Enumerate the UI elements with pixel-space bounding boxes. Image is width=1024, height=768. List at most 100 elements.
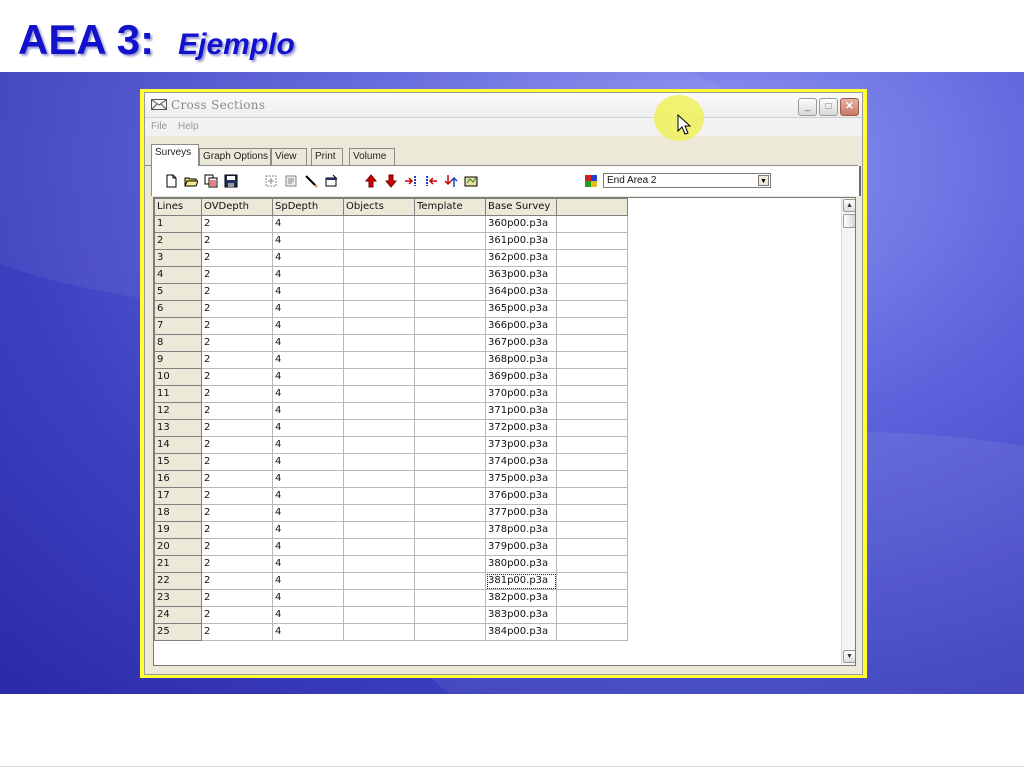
cell-lines[interactable]: 11 — [154, 385, 202, 403]
cell-empty[interactable] — [556, 351, 628, 369]
cell-spdepth[interactable]: 4 — [272, 317, 344, 335]
cell-base-survey[interactable]: 370p00.p3a — [485, 385, 557, 403]
table-row[interactable]: 16 2 4 375p00.p3a — [154, 470, 628, 488]
cell-spdepth[interactable]: 4 — [272, 470, 344, 488]
cell-spdepth[interactable]: 4 — [272, 215, 344, 233]
cell-empty[interactable] — [556, 453, 628, 471]
cell-ovdepth[interactable]: 2 — [201, 436, 273, 454]
cell-empty[interactable] — [556, 300, 628, 318]
cell-template[interactable] — [414, 351, 486, 369]
cell-objects[interactable] — [343, 300, 415, 318]
table-row[interactable]: 5 2 4 364p00.p3a — [154, 283, 628, 301]
cell-base-survey[interactable]: 373p00.p3a — [485, 436, 557, 454]
table-row[interactable]: 10 2 4 369p00.p3a — [154, 368, 628, 386]
cell-objects[interactable] — [343, 317, 415, 335]
table-row[interactable]: 13 2 4 372p00.p3a — [154, 419, 628, 437]
cell-base-survey[interactable]: 384p00.p3a — [485, 623, 557, 641]
pencil-icon[interactable] — [304, 174, 318, 188]
cell-lines[interactable]: 24 — [154, 606, 202, 624]
column-header-template[interactable]: Template — [414, 198, 486, 216]
cell-ovdepth[interactable]: 2 — [201, 215, 273, 233]
cell-spdepth[interactable]: 4 — [272, 538, 344, 556]
properties-icon[interactable] — [324, 174, 338, 188]
cell-ovdepth[interactable]: 2 — [201, 623, 273, 641]
cell-lines[interactable]: 6 — [154, 300, 202, 318]
cell-empty[interactable] — [556, 606, 628, 624]
cell-base-survey[interactable]: 364p00.p3a — [485, 283, 557, 301]
cell-ovdepth[interactable]: 2 — [201, 606, 273, 624]
table-row[interactable]: 24 2 4 383p00.p3a — [154, 606, 628, 624]
minimize-button[interactable]: _ — [798, 98, 817, 116]
cell-objects[interactable] — [343, 232, 415, 250]
close-button[interactable]: ✕ — [840, 98, 859, 116]
cell-template[interactable] — [414, 334, 486, 352]
tab-volume[interactable]: Volume — [349, 148, 395, 165]
cell-ovdepth[interactable]: 2 — [201, 453, 273, 471]
table-row[interactable]: 23 2 4 382p00.p3a — [154, 589, 628, 607]
end-area-select[interactable]: End Area 2 ▼ — [603, 173, 771, 188]
cell-spdepth[interactable]: 4 — [272, 249, 344, 267]
cell-lines[interactable]: 21 — [154, 555, 202, 573]
cell-template[interactable] — [414, 555, 486, 573]
cell-objects[interactable] — [343, 351, 415, 369]
cell-ovdepth[interactable]: 2 — [201, 283, 273, 301]
cell-spdepth[interactable]: 4 — [272, 453, 344, 471]
table-row[interactable]: 21 2 4 380p00.p3a — [154, 555, 628, 573]
tab-print[interactable]: Print — [311, 148, 343, 165]
cell-empty[interactable] — [556, 555, 628, 573]
insert-survey-icon[interactable] — [264, 174, 278, 188]
cell-objects[interactable] — [343, 249, 415, 267]
scroll-up-icon[interactable]: ▲ — [843, 199, 855, 212]
cell-lines[interactable]: 1 — [154, 215, 202, 233]
cell-lines[interactable]: 18 — [154, 504, 202, 522]
cell-base-survey[interactable]: 377p00.p3a — [485, 504, 557, 522]
cell-empty[interactable] — [556, 623, 628, 641]
cell-lines[interactable]: 5 — [154, 283, 202, 301]
cell-base-survey[interactable]: 362p00.p3a — [485, 249, 557, 267]
cell-spdepth[interactable]: 4 — [272, 589, 344, 607]
cell-empty[interactable] — [556, 266, 628, 284]
cell-template[interactable] — [414, 232, 486, 250]
cell-template[interactable] — [414, 572, 486, 590]
tab-graph-options[interactable]: Graph Options — [199, 148, 271, 165]
cell-template[interactable] — [414, 249, 486, 267]
column-header-objects[interactable]: Objects — [343, 198, 415, 216]
arrow-up-icon[interactable] — [364, 174, 378, 188]
cell-empty[interactable] — [556, 521, 628, 539]
tab-surveys[interactable]: Surveys — [151, 144, 199, 166]
cell-objects[interactable] — [343, 589, 415, 607]
table-row[interactable]: 20 2 4 379p00.p3a — [154, 538, 628, 556]
cell-lines[interactable]: 4 — [154, 266, 202, 284]
cell-objects[interactable] — [343, 283, 415, 301]
save-icon[interactable] — [224, 174, 238, 188]
cell-objects[interactable] — [343, 334, 415, 352]
cell-base-survey[interactable]: 378p00.p3a — [485, 521, 557, 539]
cell-base-survey[interactable]: 375p00.p3a — [485, 470, 557, 488]
cell-ovdepth[interactable]: 2 — [201, 334, 273, 352]
cell-spdepth[interactable]: 4 — [272, 572, 344, 590]
cell-empty[interactable] — [556, 385, 628, 403]
cell-spdepth[interactable]: 4 — [272, 623, 344, 641]
arrow-down-icon[interactable] — [384, 174, 398, 188]
cell-spdepth[interactable]: 4 — [272, 419, 344, 437]
cell-template[interactable] — [414, 368, 486, 386]
sort-icon[interactable] — [444, 174, 458, 188]
cell-ovdepth[interactable]: 2 — [201, 232, 273, 250]
cell-objects[interactable] — [343, 470, 415, 488]
cell-ovdepth[interactable]: 2 — [201, 249, 273, 267]
cell-empty[interactable] — [556, 368, 628, 386]
cell-empty[interactable] — [556, 334, 628, 352]
table-row[interactable]: 6 2 4 365p00.p3a — [154, 300, 628, 318]
cell-objects[interactable] — [343, 385, 415, 403]
cell-objects[interactable] — [343, 419, 415, 437]
cell-objects[interactable] — [343, 521, 415, 539]
cell-lines[interactable]: 10 — [154, 368, 202, 386]
cell-ovdepth[interactable]: 2 — [201, 266, 273, 284]
table-row[interactable]: 4 2 4 363p00.p3a — [154, 266, 628, 284]
cell-empty[interactable] — [556, 283, 628, 301]
table-row[interactable]: 18 2 4 377p00.p3a — [154, 504, 628, 522]
cell-ovdepth[interactable]: 2 — [201, 300, 273, 318]
cell-lines[interactable]: 2 — [154, 232, 202, 250]
cell-objects[interactable] — [343, 402, 415, 420]
cell-base-survey[interactable]: 361p00.p3a — [485, 232, 557, 250]
